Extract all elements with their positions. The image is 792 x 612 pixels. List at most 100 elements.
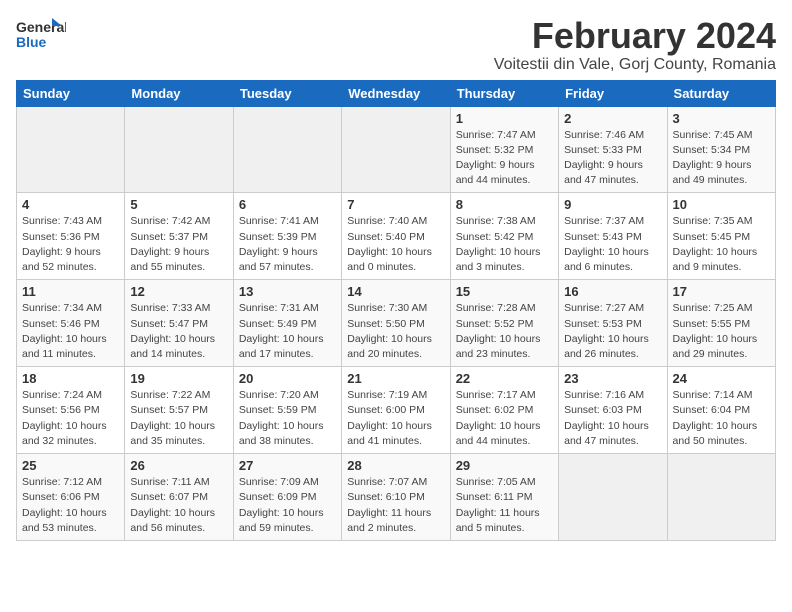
day-number: 24 [673,371,770,386]
weekday-header-saturday: Saturday [667,80,775,106]
day-info: Sunrise: 7:35 AM Sunset: 5:45 PM Dayligh… [673,214,770,275]
calendar-cell: 4 Sunrise: 7:43 AM Sunset: 5:36 PM Daylig… [17,193,125,280]
weekday-header-monday: Monday [125,80,233,106]
day-info: Sunrise: 7:16 AM Sunset: 6:03 PM Dayligh… [564,388,661,449]
calendar-cell: 2 Sunrise: 7:46 AM Sunset: 5:33 PM Daylig… [559,106,667,193]
svg-text:General: General [16,19,66,35]
calendar-cell: 3 Sunrise: 7:45 AM Sunset: 5:34 PM Daylig… [667,106,775,193]
day-info: Sunrise: 7:46 AM Sunset: 5:33 PM Dayligh… [564,128,661,189]
day-info: Sunrise: 7:14 AM Sunset: 6:04 PM Dayligh… [673,388,770,449]
calendar-cell [125,106,233,193]
day-info: Sunrise: 7:40 AM Sunset: 5:40 PM Dayligh… [347,214,444,275]
day-info: Sunrise: 7:28 AM Sunset: 5:52 PM Dayligh… [456,301,553,362]
calendar-cell: 9Sunrise: 7:37 AM Sunset: 5:43 PM Daylig… [559,193,667,280]
calendar-cell: 28 Sunrise: 7:07 AM Sunset: 6:10 PM Dayli… [342,454,450,541]
page-header: GeneralBlue February 2024 Voitestii din … [16,16,776,74]
day-number: 23 [564,371,661,386]
calendar-cell: 29Sunrise: 7:05 AM Sunset: 6:11 PM Dayli… [450,454,558,541]
calendar-cell: 19 Sunrise: 7:22 AM Sunset: 5:57 PM Dayli… [125,367,233,454]
day-number: 13 [239,284,336,299]
calendar-cell: 21Sunrise: 7:19 AM Sunset: 6:00 PM Dayli… [342,367,450,454]
day-info: Sunrise: 7:27 AM Sunset: 5:53 PM Dayligh… [564,301,661,362]
calendar-week-row: 25 Sunrise: 7:12 AM Sunset: 6:06 PM Dayli… [17,454,776,541]
logo: GeneralBlue [16,16,66,54]
day-info: Sunrise: 7:24 AM Sunset: 5:56 PM Dayligh… [22,388,119,449]
day-number: 25 [22,458,119,473]
day-number: 3 [673,111,770,126]
day-info: Sunrise: 7:42 AM Sunset: 5:37 PM Dayligh… [130,214,227,275]
day-number: 27 [239,458,336,473]
calendar-table: SundayMondayTuesdayWednesdayThursdayFrid… [16,80,776,541]
day-number: 18 [22,371,119,386]
calendar-week-row: 4 Sunrise: 7:43 AM Sunset: 5:36 PM Daylig… [17,193,776,280]
calendar-cell: 14 Sunrise: 7:30 AM Sunset: 5:50 PM Dayli… [342,280,450,367]
day-number: 6 [239,197,336,212]
day-number: 28 [347,458,444,473]
calendar-cell: 7 Sunrise: 7:40 AM Sunset: 5:40 PM Daylig… [342,193,450,280]
day-info: Sunrise: 7:45 AM Sunset: 5:34 PM Dayligh… [673,128,770,189]
day-number: 19 [130,371,227,386]
day-info: Sunrise: 7:41 AM Sunset: 5:39 PM Dayligh… [239,214,336,275]
calendar-cell: 25 Sunrise: 7:12 AM Sunset: 6:06 PM Dayli… [17,454,125,541]
calendar-cell: 20 Sunrise: 7:20 AM Sunset: 5:59 PM Dayli… [233,367,341,454]
weekday-header-thursday: Thursday [450,80,558,106]
day-info: Sunrise: 7:05 AM Sunset: 6:11 PM Dayligh… [456,475,553,536]
day-number: 4 [22,197,119,212]
calendar-cell: 6 Sunrise: 7:41 AM Sunset: 5:39 PM Daylig… [233,193,341,280]
day-info: Sunrise: 7:20 AM Sunset: 5:59 PM Dayligh… [239,388,336,449]
day-info: Sunrise: 7:37 AM Sunset: 5:43 PM Dayligh… [564,214,661,275]
day-info: Sunrise: 7:34 AM Sunset: 5:46 PM Dayligh… [22,301,119,362]
calendar-cell: 12 Sunrise: 7:33 AM Sunset: 5:47 PM Dayli… [125,280,233,367]
calendar-cell: 26Sunrise: 7:11 AM Sunset: 6:07 PM Dayli… [125,454,233,541]
day-number: 7 [347,197,444,212]
svg-text:Blue: Blue [16,34,47,50]
day-info: Sunrise: 7:22 AM Sunset: 5:57 PM Dayligh… [130,388,227,449]
calendar-cell: 10 Sunrise: 7:35 AM Sunset: 5:45 PM Dayli… [667,193,775,280]
day-number: 17 [673,284,770,299]
day-info: Sunrise: 7:47 AM Sunset: 5:32 PM Dayligh… [456,128,553,189]
day-info: Sunrise: 7:07 AM Sunset: 6:10 PM Dayligh… [347,475,444,536]
calendar-cell: 5 Sunrise: 7:42 AM Sunset: 5:37 PM Daylig… [125,193,233,280]
logo-svg: GeneralBlue [16,16,66,54]
calendar-cell: 13 Sunrise: 7:31 AM Sunset: 5:49 PM Dayli… [233,280,341,367]
day-info: Sunrise: 7:11 AM Sunset: 6:07 PM Dayligh… [130,475,227,536]
weekday-header-sunday: Sunday [17,80,125,106]
day-info: Sunrise: 7:31 AM Sunset: 5:49 PM Dayligh… [239,301,336,362]
calendar-cell [559,454,667,541]
calendar-week-row: 1Sunrise: 7:47 AM Sunset: 5:32 PM Daylig… [17,106,776,193]
calendar-cell: 27 Sunrise: 7:09 AM Sunset: 6:09 PM Dayli… [233,454,341,541]
weekday-header-friday: Friday [559,80,667,106]
day-number: 5 [130,197,227,212]
day-number: 20 [239,371,336,386]
day-number: 12 [130,284,227,299]
day-number: 15 [456,284,553,299]
title-area: February 2024 Voitestii din Vale, Gorj C… [494,16,776,74]
day-number: 22 [456,371,553,386]
day-number: 16 [564,284,661,299]
month-title: February 2024 [494,16,776,56]
weekday-header-tuesday: Tuesday [233,80,341,106]
day-info: Sunrise: 7:25 AM Sunset: 5:55 PM Dayligh… [673,301,770,362]
calendar-cell: 8Sunrise: 7:38 AM Sunset: 5:42 PM Daylig… [450,193,558,280]
day-number: 8 [456,197,553,212]
weekday-header-wednesday: Wednesday [342,80,450,106]
day-info: Sunrise: 7:09 AM Sunset: 6:09 PM Dayligh… [239,475,336,536]
calendar-cell [667,454,775,541]
day-number: 2 [564,111,661,126]
calendar-cell [233,106,341,193]
calendar-week-row: 18 Sunrise: 7:24 AM Sunset: 5:56 PM Dayli… [17,367,776,454]
location-title: Voitestii din Vale, Gorj County, Romania [494,56,776,74]
calendar-week-row: 11Sunrise: 7:34 AM Sunset: 5:46 PM Dayli… [17,280,776,367]
calendar-cell: 23 Sunrise: 7:16 AM Sunset: 6:03 PM Dayli… [559,367,667,454]
day-info: Sunrise: 7:17 AM Sunset: 6:02 PM Dayligh… [456,388,553,449]
calendar-cell: 18 Sunrise: 7:24 AM Sunset: 5:56 PM Dayli… [17,367,125,454]
day-info: Sunrise: 7:30 AM Sunset: 5:50 PM Dayligh… [347,301,444,362]
calendar-cell: 16 Sunrise: 7:27 AM Sunset: 5:53 PM Dayli… [559,280,667,367]
day-info: Sunrise: 7:12 AM Sunset: 6:06 PM Dayligh… [22,475,119,536]
day-number: 10 [673,197,770,212]
day-info: Sunrise: 7:43 AM Sunset: 5:36 PM Dayligh… [22,214,119,275]
calendar-cell: 24 Sunrise: 7:14 AM Sunset: 6:04 PM Dayli… [667,367,775,454]
day-number: 14 [347,284,444,299]
calendar-cell: 15 Sunrise: 7:28 AM Sunset: 5:52 PM Dayli… [450,280,558,367]
day-info: Sunrise: 7:33 AM Sunset: 5:47 PM Dayligh… [130,301,227,362]
